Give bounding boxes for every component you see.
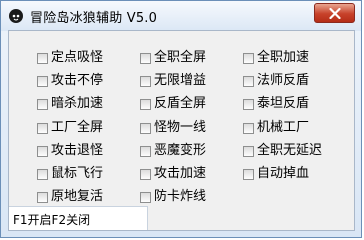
checkbox[interactable] <box>37 145 48 157</box>
option-label: 防卡炸线 <box>154 189 207 204</box>
status-bar: F1开启F2关闭 <box>9 206 148 230</box>
checkbox[interactable] <box>243 145 254 157</box>
checkbox[interactable] <box>37 168 48 180</box>
option-label: 自动掉血 <box>257 166 310 181</box>
option-label: 全职加速 <box>257 50 310 65</box>
title-bar[interactable]: 冒险岛冰狼辅助 V5.0 <box>1 1 361 31</box>
option-攻击退怪[interactable]: 攻击退怪 <box>37 143 103 159</box>
window-title: 冒险岛冰狼辅助 V5.0 <box>30 11 158 26</box>
checkbox[interactable] <box>37 191 48 203</box>
checkbox[interactable] <box>140 191 151 203</box>
option-label: 全职全屏 <box>154 50 207 65</box>
options-panel: 定点吸怪 攻击不停 暗杀加速 工厂全屏 攻击退怪 鼠标飞行 原地复活 全职全屏 … <box>8 30 355 231</box>
option-label: 攻击不停 <box>51 73 104 88</box>
option-label: 原地复活 <box>51 189 104 204</box>
option-泰坦反盾[interactable]: 泰坦反盾 <box>243 96 309 112</box>
checkbox[interactable] <box>37 98 48 110</box>
option-暗杀加速[interactable]: 暗杀加速 <box>37 96 103 112</box>
option-恶魔变形[interactable]: 恶魔变形 <box>140 143 206 159</box>
option-label: 反盾全屏 <box>154 96 207 111</box>
option-label: 攻击退怪 <box>51 143 104 158</box>
option-法师反盾[interactable]: 法师反盾 <box>243 73 309 89</box>
option-反盾全屏[interactable]: 反盾全屏 <box>140 96 206 112</box>
checkbox[interactable] <box>37 122 48 134</box>
app-window: 冒险岛冰狼辅助 V5.0 定点吸怪 攻击不停 暗杀加速 工厂全屏 攻击退怪 鼠标… <box>0 0 362 238</box>
close-icon <box>329 8 341 19</box>
option-机械工厂[interactable]: 机械工厂 <box>243 120 309 136</box>
option-原地复活[interactable]: 原地复活 <box>37 189 103 205</box>
option-全职加速[interactable]: 全职加速 <box>243 50 309 66</box>
option-攻击不停[interactable]: 攻击不停 <box>37 73 103 89</box>
option-label: 暗杀加速 <box>51 96 104 111</box>
option-全职无延迟[interactable]: 全职无延迟 <box>243 143 322 159</box>
checkbox[interactable] <box>243 98 254 110</box>
option-定点吸怪[interactable]: 定点吸怪 <box>37 50 103 66</box>
checkbox[interactable] <box>140 98 151 110</box>
checkbox[interactable] <box>243 122 254 134</box>
option-label: 泰坦反盾 <box>257 96 310 111</box>
option-防卡炸线[interactable]: 防卡炸线 <box>140 189 206 205</box>
checkbox[interactable] <box>243 52 254 64</box>
option-label: 恶魔变形 <box>154 143 207 158</box>
option-label: 攻击加速 <box>154 166 207 181</box>
option-label: 无限增益 <box>154 73 207 88</box>
checkbox[interactable] <box>37 75 48 87</box>
checkbox[interactable] <box>140 145 151 157</box>
checkbox[interactable] <box>243 75 254 87</box>
checkbox[interactable] <box>140 52 151 64</box>
option-鼠标飞行[interactable]: 鼠标飞行 <box>37 166 103 182</box>
checkbox[interactable] <box>140 75 151 87</box>
option-全职全屏[interactable]: 全职全屏 <box>140 50 206 66</box>
option-label: 怪物一线 <box>154 120 207 135</box>
option-label: 鼠标飞行 <box>51 166 104 181</box>
option-工厂全屏[interactable]: 工厂全屏 <box>37 120 103 136</box>
checkbox[interactable] <box>140 122 151 134</box>
option-怪物一线[interactable]: 怪物一线 <box>140 120 206 136</box>
option-label: 工厂全屏 <box>51 120 104 135</box>
option-label: 机械工厂 <box>257 120 310 135</box>
checkbox[interactable] <box>140 168 151 180</box>
option-label: 定点吸怪 <box>51 50 104 65</box>
option-label: 全职无延迟 <box>257 143 323 158</box>
checkbox[interactable] <box>243 168 254 180</box>
option-无限增益[interactable]: 无限增益 <box>140 73 206 89</box>
close-button[interactable] <box>314 3 355 23</box>
checkbox[interactable] <box>37 52 48 64</box>
option-攻击加速[interactable]: 攻击加速 <box>140 166 206 182</box>
status-text: F1开启F2关闭 <box>13 213 91 227</box>
wolf-icon <box>8 8 24 24</box>
option-label: 法师反盾 <box>257 73 310 88</box>
option-自动掉血[interactable]: 自动掉血 <box>243 166 309 182</box>
